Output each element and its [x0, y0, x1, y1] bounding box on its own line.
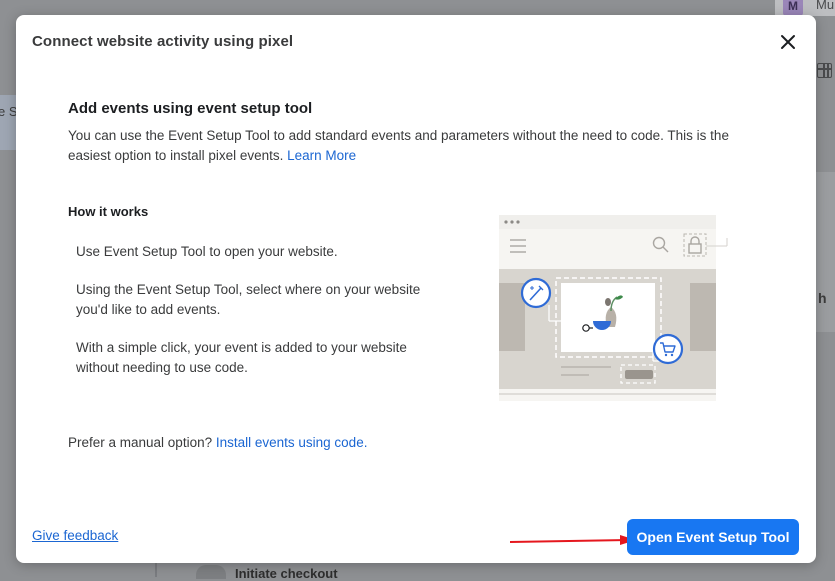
connect-pixel-dialog: Connect website activity using pixel Add…: [16, 15, 816, 563]
annotation-arrow: [510, 535, 636, 545]
magic-wand-icon: [520, 277, 552, 309]
background-heading-fragment: h: [818, 290, 827, 306]
open-event-setup-tool-button[interactable]: Open Event Setup Tool: [627, 519, 799, 555]
how-it-works-heading: How it works: [68, 204, 149, 219]
section-title: Add events using event setup tool: [68, 100, 313, 117]
dialog-title: Connect website activity using pixel: [32, 33, 294, 50]
background-sidebar-text: e S: [0, 104, 18, 119]
manual-option-text: Prefer a manual option?: [68, 435, 213, 450]
avatar: M: [783, 0, 803, 16]
background-event-item: Initiate checkout: [235, 566, 338, 581]
close-button[interactable]: [776, 30, 800, 54]
event-setup-illustration: [499, 215, 728, 401]
manual-option: Prefer a manual option? Install events u…: [68, 435, 367, 450]
background-panel: [815, 172, 835, 332]
background-event-icon: [196, 565, 226, 579]
give-feedback-link[interactable]: Give feedback: [32, 528, 118, 543]
cart-icon: [652, 333, 684, 365]
step-item: Using the Event Setup Tool, select where…: [76, 282, 421, 317]
section-description: You can use the Event Setup Tool to add …: [68, 126, 768, 166]
step-item: With a simple click, your event is added…: [76, 340, 407, 375]
background-user-name: Mu: [816, 0, 835, 12]
description-text: You can use the Event Setup Tool to add …: [68, 128, 729, 163]
step-item: Use Event Setup Tool to open your websit…: [76, 244, 338, 259]
table-icon: [817, 63, 832, 78]
close-icon: [781, 35, 795, 49]
install-events-link[interactable]: Install events using code.: [216, 435, 368, 450]
learn-more-link[interactable]: Learn More: [287, 148, 356, 163]
